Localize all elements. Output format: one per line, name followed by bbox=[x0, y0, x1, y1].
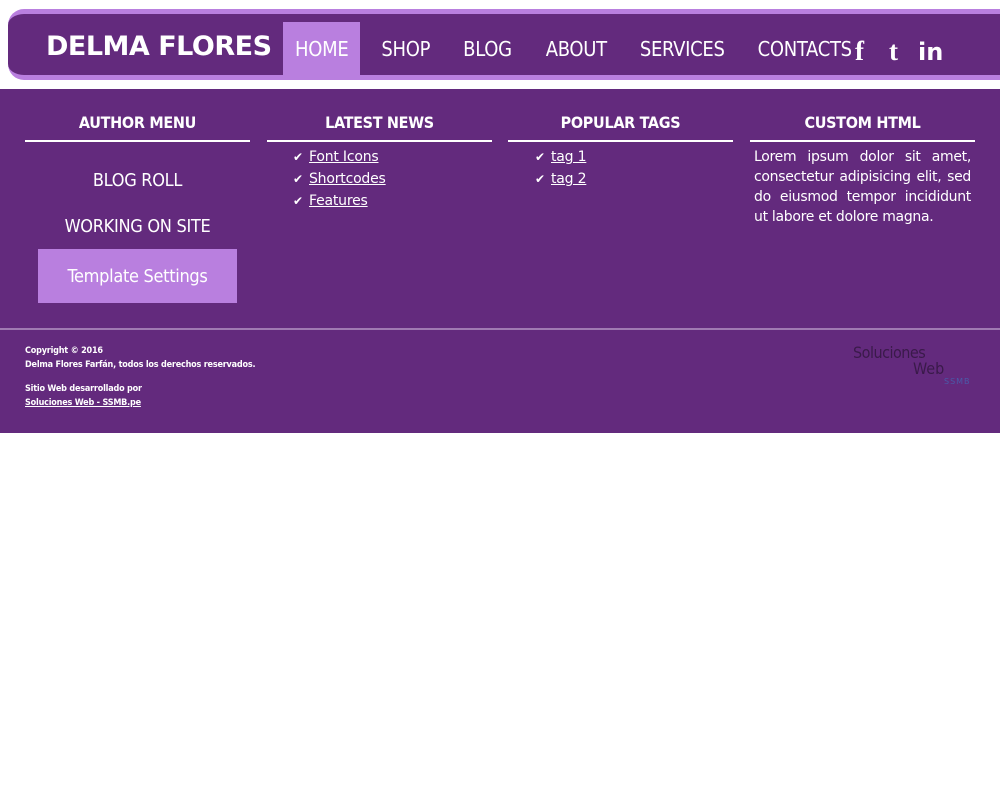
nav-item-blog[interactable]: BLOG bbox=[452, 22, 523, 75]
footer-divider bbox=[0, 328, 1000, 330]
blog-roll-link[interactable]: BLOG ROLL bbox=[25, 170, 250, 191]
developed-by-text: Sitio Web desarrollado por bbox=[25, 384, 142, 394]
checkmark-icon: ✔ bbox=[293, 150, 304, 164]
site-logo[interactable]: DELMA FLORES bbox=[46, 31, 272, 62]
popular-tags-title: POPULAR TAGS bbox=[560, 113, 681, 132]
tumblr-icon[interactable]: t bbox=[889, 38, 898, 65]
custom-html-divider bbox=[750, 140, 975, 142]
nav-item-about[interactable]: ABOUT bbox=[535, 22, 618, 75]
list-item: ✔ tag 1 bbox=[535, 146, 587, 168]
news-link-shortcodes[interactable]: Shortcodes bbox=[309, 171, 386, 187]
copyright-line-2: Delma Flores Farfán, todos los derechos … bbox=[25, 360, 256, 370]
developer-logo[interactable]: Soluciones Web SSMB bbox=[853, 343, 978, 389]
author-menu-divider bbox=[25, 140, 250, 142]
custom-html-title: CUSTOM HTML bbox=[804, 113, 921, 132]
latest-news-title: LATEST NEWS bbox=[325, 113, 434, 132]
list-item: ✔ Font Icons bbox=[293, 146, 386, 168]
nav-item-home[interactable]: HOME bbox=[283, 22, 361, 75]
tag-link-2[interactable]: tag 2 bbox=[551, 171, 587, 187]
nav-item-services[interactable]: SERVICES bbox=[629, 22, 736, 75]
checkmark-icon: ✔ bbox=[535, 150, 546, 164]
news-link-font-icons[interactable]: Font Icons bbox=[309, 149, 379, 165]
list-item: ✔ tag 2 bbox=[535, 168, 587, 190]
linkedin-icon[interactable]: in bbox=[918, 40, 943, 64]
list-item: ✔ Features bbox=[293, 190, 386, 212]
tag-link-1[interactable]: tag 1 bbox=[551, 149, 587, 165]
facebook-icon[interactable]: f bbox=[855, 38, 864, 65]
copyright-line-1: Copyright © 2016 bbox=[25, 346, 103, 356]
news-link-features[interactable]: Features bbox=[309, 193, 368, 209]
brand-text-ssmb: SSMB bbox=[944, 377, 971, 386]
main-nav: HOME SHOP BLOG ABOUT SERVICES CONTACTS bbox=[283, 22, 863, 75]
brand-text-web: Web bbox=[913, 359, 945, 378]
developer-link[interactable]: Soluciones Web - SSMB.pe bbox=[25, 398, 141, 408]
author-menu-title: AUTHOR MENU bbox=[78, 113, 197, 132]
checkmark-icon: ✔ bbox=[293, 172, 304, 186]
popular-tags-list: ✔ tag 1 ✔ tag 2 bbox=[535, 146, 587, 190]
nav-item-shop[interactable]: SHOP bbox=[370, 22, 441, 75]
list-item: ✔ Shortcodes bbox=[293, 168, 386, 190]
footer-widgets: AUTHOR MENU BLOG ROLL WORKING ON SITE Te… bbox=[0, 89, 1000, 433]
site-header: DELMA FLORES HOME SHOP BLOG ABOUT SERVIC… bbox=[0, 0, 1000, 89]
popular-tags-divider bbox=[508, 140, 733, 142]
latest-news-divider bbox=[267, 140, 492, 142]
custom-html-text: Lorem ipsum dolor sit amet, consectetur … bbox=[754, 149, 971, 225]
template-settings-button[interactable]: Template Settings bbox=[38, 249, 237, 303]
checkmark-icon: ✔ bbox=[535, 172, 546, 186]
latest-news-list: ✔ Font Icons ✔ Shortcodes ✔ Features bbox=[293, 146, 386, 212]
working-on-site-link[interactable]: WORKING ON SITE bbox=[25, 216, 250, 237]
nav-item-contacts[interactable]: CONTACTS bbox=[747, 22, 863, 75]
checkmark-icon: ✔ bbox=[293, 194, 304, 208]
